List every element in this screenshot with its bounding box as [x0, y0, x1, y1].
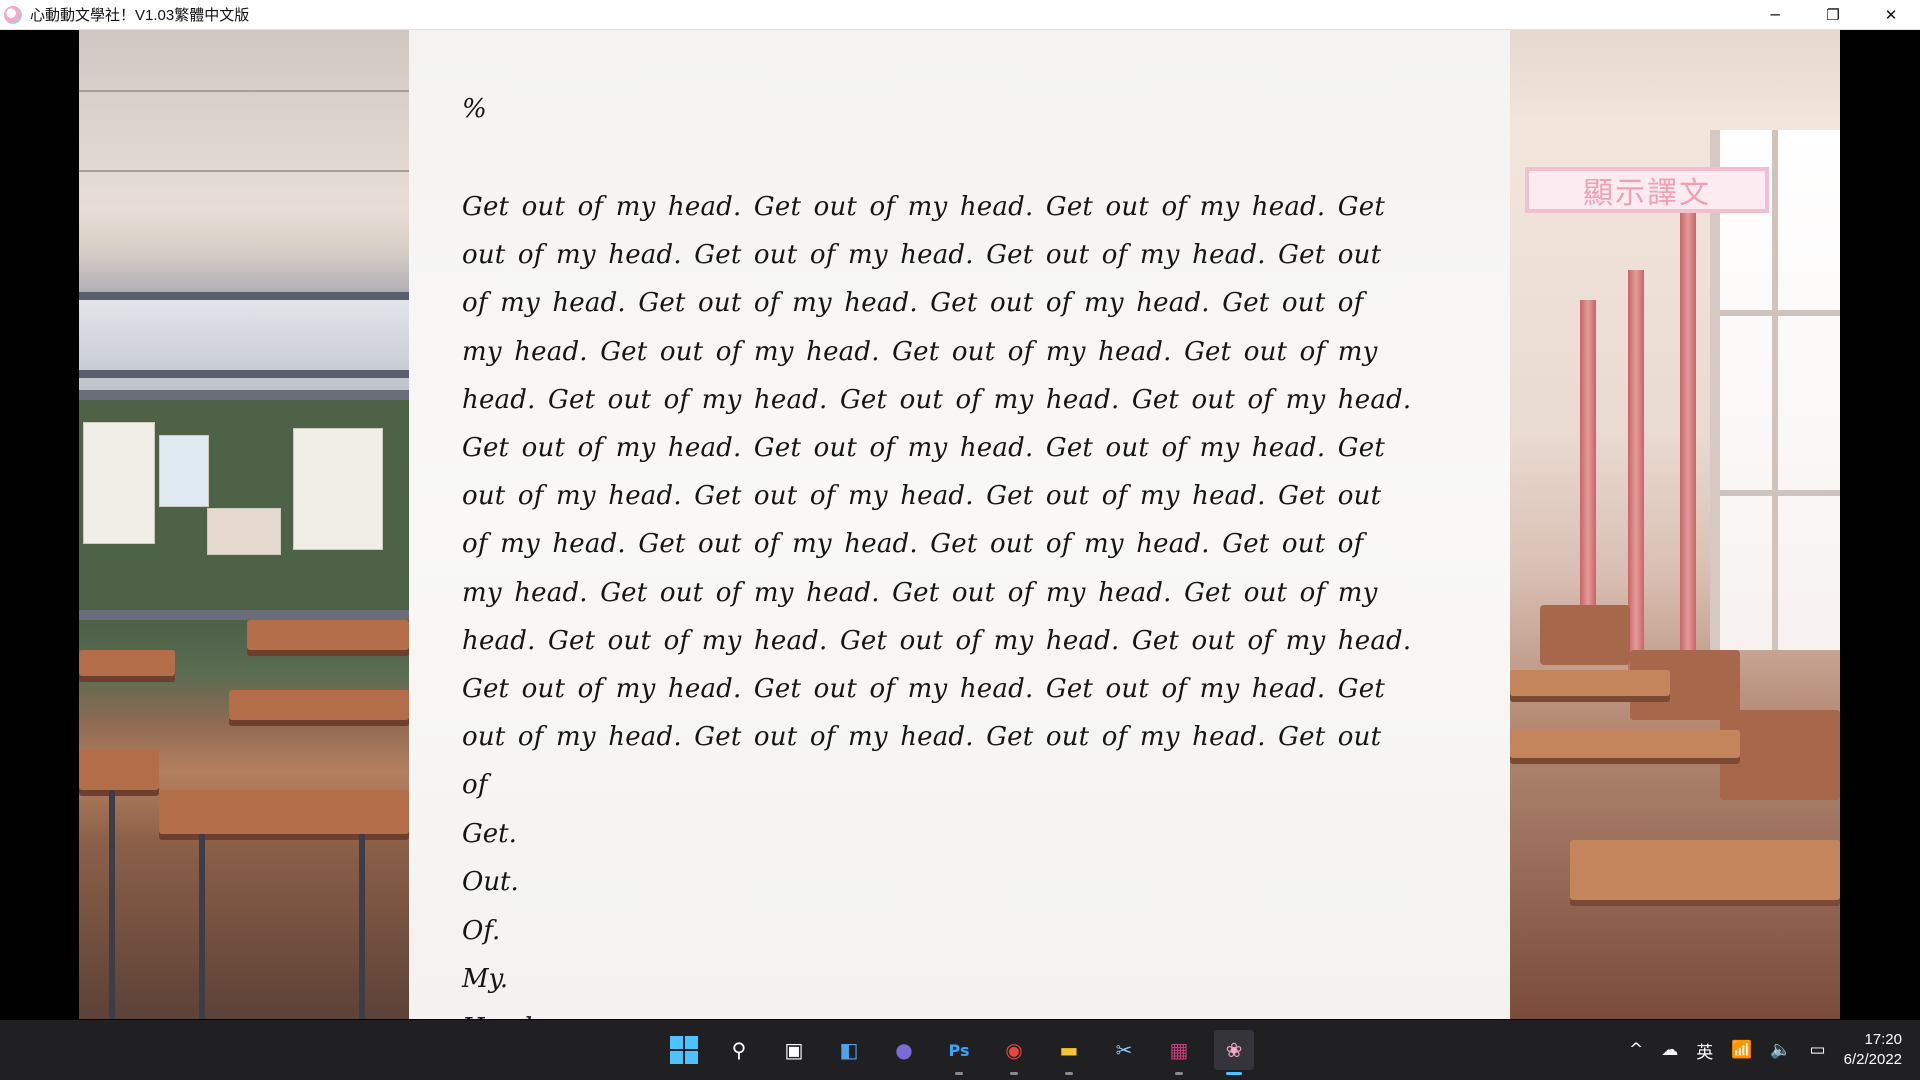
app-icon: [4, 5, 22, 24]
restore-button[interactable]: ❐: [1804, 0, 1862, 29]
game-viewport[interactable]: % Get out of my head. Get out of my head…: [79, 30, 1840, 1019]
volume-icon[interactable]: 🔈: [1770, 1040, 1791, 1060]
chevron-up-icon[interactable]: ^: [1629, 1040, 1643, 1060]
taskbar-apps: ⚲ ▣ ◧ ● Ps ◉ ▬ ✂ ▦ ❀: [664, 1020, 1254, 1080]
widgets-icon[interactable]: ◧: [829, 1030, 869, 1070]
clock-date: 6/2/2022: [1843, 1051, 1902, 1068]
poem-paragraph: Get out of my head. Get out of my head. …: [462, 192, 1412, 801]
poem-title: %: [462, 94, 487, 124]
window-title: 心動動文學社！V1.03繁體中文版: [30, 7, 250, 24]
window-titlebar: 心動動文學社！V1.03繁體中文版 ─ ❐ ✕: [0, 0, 1920, 30]
folder-icon[interactable]: ▬: [1049, 1030, 1089, 1075]
task-view-icon[interactable]: ▣: [774, 1030, 814, 1070]
poem-text: % Get out of my head. Get out of my head…: [462, 85, 1412, 1019]
classroom-background-left: [79, 30, 409, 1019]
ime-indicator[interactable]: 英: [1696, 1038, 1713, 1063]
photoshop-icon[interactable]: Ps: [939, 1030, 979, 1075]
battery-icon[interactable]: ▭: [1810, 1040, 1826, 1060]
close-button[interactable]: ✕: [1862, 0, 1920, 29]
clock-time: 17:20: [1864, 1031, 1902, 1048]
snipping-tool-icon[interactable]: ✂: [1104, 1030, 1144, 1070]
poem-line: Get.: [462, 818, 517, 849]
chat-icon[interactable]: ●: [884, 1030, 924, 1070]
game-icon[interactable]: ❀: [1214, 1030, 1254, 1075]
show-translation-button[interactable]: 顯示譯文: [1525, 167, 1769, 213]
poem-line: My.: [462, 964, 509, 995]
window-controls: ─ ❐ ✕: [1746, 0, 1920, 29]
poem-line: Head.: [462, 1004, 1412, 1019]
poem-line: Of.: [462, 915, 501, 946]
poem-line: Out.: [462, 867, 519, 898]
system-tray: ^ ☁ 英 📶 🔈 ▭ 17:20 6/2/2022: [1629, 1020, 1920, 1080]
archive-icon[interactable]: ▦: [1159, 1030, 1199, 1075]
cloud-icon[interactable]: ☁: [1661, 1040, 1678, 1060]
clock[interactable]: 17:20 6/2/2022: [1844, 1030, 1902, 1070]
windows-start-icon[interactable]: [664, 1030, 704, 1070]
taskbar: ⚲ ▣ ◧ ● Ps ◉ ▬ ✂ ▦ ❀ ^ ☁ 英 📶 🔈 ▭ 17:20 6…: [0, 1020, 1920, 1080]
wifi-icon[interactable]: 📶: [1731, 1040, 1752, 1060]
poem-paper: % Get out of my head. Get out of my head…: [409, 30, 1551, 1019]
chrome-icon[interactable]: ◉: [994, 1030, 1034, 1075]
minimize-button[interactable]: ─: [1746, 0, 1804, 29]
search-icon[interactable]: ⚲: [719, 1030, 759, 1070]
